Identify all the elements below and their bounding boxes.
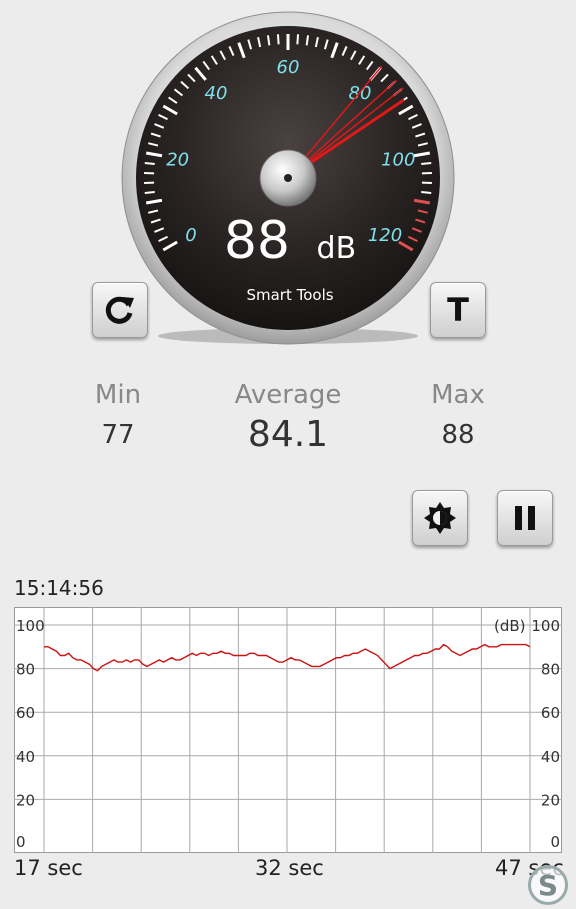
db-history-graph: 100 80 60 40 20 0 100 80 60 40 20 0 (dB) <box>14 607 562 853</box>
gauge-tick <box>144 191 155 195</box>
gauge-scale-label: 20 <box>166 150 189 171</box>
refresh-icon <box>105 296 134 324</box>
sound-meter-gauge: 020406080100120 88 dB Smart Tools <box>121 11 455 345</box>
average-label: Average <box>234 380 342 410</box>
graph-grid <box>14 607 562 853</box>
t-button[interactable]: T <box>430 282 486 338</box>
max-value: 88 <box>441 420 475 450</box>
average-value: 84.1 <box>247 414 329 455</box>
y-tick-label-right: 0 <box>550 833 560 851</box>
y-tick-label-left: 60 <box>16 704 35 722</box>
graph-unit-label: (dB) <box>494 617 526 635</box>
y-tick-label-left: 40 <box>16 748 35 766</box>
y-tick-label-left: 100 <box>16 617 45 635</box>
gauge-tick <box>144 161 155 165</box>
y-tick-label-right: 20 <box>541 791 560 809</box>
pause-icon <box>515 506 535 530</box>
y-tick-label-right: 80 <box>541 661 560 679</box>
gauge-scale-label: 120 <box>368 225 402 246</box>
y-tick-label-right: 60 <box>541 704 560 722</box>
y-tick-label-left: 0 <box>16 833 26 851</box>
min-label: Min <box>94 380 142 410</box>
gauge-reading: 88 <box>224 211 290 271</box>
gauge-tick <box>296 34 300 45</box>
graph-time: 15:14:56 <box>14 576 104 600</box>
brightness-icon <box>424 502 456 534</box>
max-label: Max <box>431 380 485 410</box>
x-label-mid: 32 sec <box>255 856 324 880</box>
x-label-start: 17 sec <box>14 856 83 880</box>
gauge-tick <box>266 35 271 46</box>
gauge-tick <box>305 35 310 46</box>
brightness-button[interactable] <box>412 490 468 546</box>
gauge-scale-label: 0 <box>185 225 196 246</box>
gauge-tick <box>421 161 432 165</box>
gauge-hub-pin <box>284 174 292 182</box>
watermark-logo: S <box>528 865 568 905</box>
pause-button[interactable] <box>497 490 553 546</box>
t-button-label: T <box>447 291 469 329</box>
gauge-tick <box>421 191 432 195</box>
y-tick-label-right: 40 <box>541 748 560 766</box>
watermark-glyph: S <box>537 868 559 902</box>
y-tick-label-right: 100 <box>531 617 560 635</box>
graph-y-labels: 100 80 60 40 20 0 100 80 60 40 20 0 <box>16 617 560 851</box>
brand-label: Smart Tools <box>246 286 333 304</box>
gauge-tick <box>276 34 280 45</box>
y-tick-label-left: 20 <box>16 791 35 809</box>
y-tick-label-left: 80 <box>16 661 35 679</box>
gauge-scale-label: 40 <box>205 83 228 104</box>
gauge-scale-label: 100 <box>381 150 415 171</box>
min-value: 77 <box>101 420 135 450</box>
reset-button[interactable] <box>92 282 148 338</box>
gauge-unit: dB <box>317 231 357 266</box>
gauge-scale-label: 60 <box>277 57 300 78</box>
